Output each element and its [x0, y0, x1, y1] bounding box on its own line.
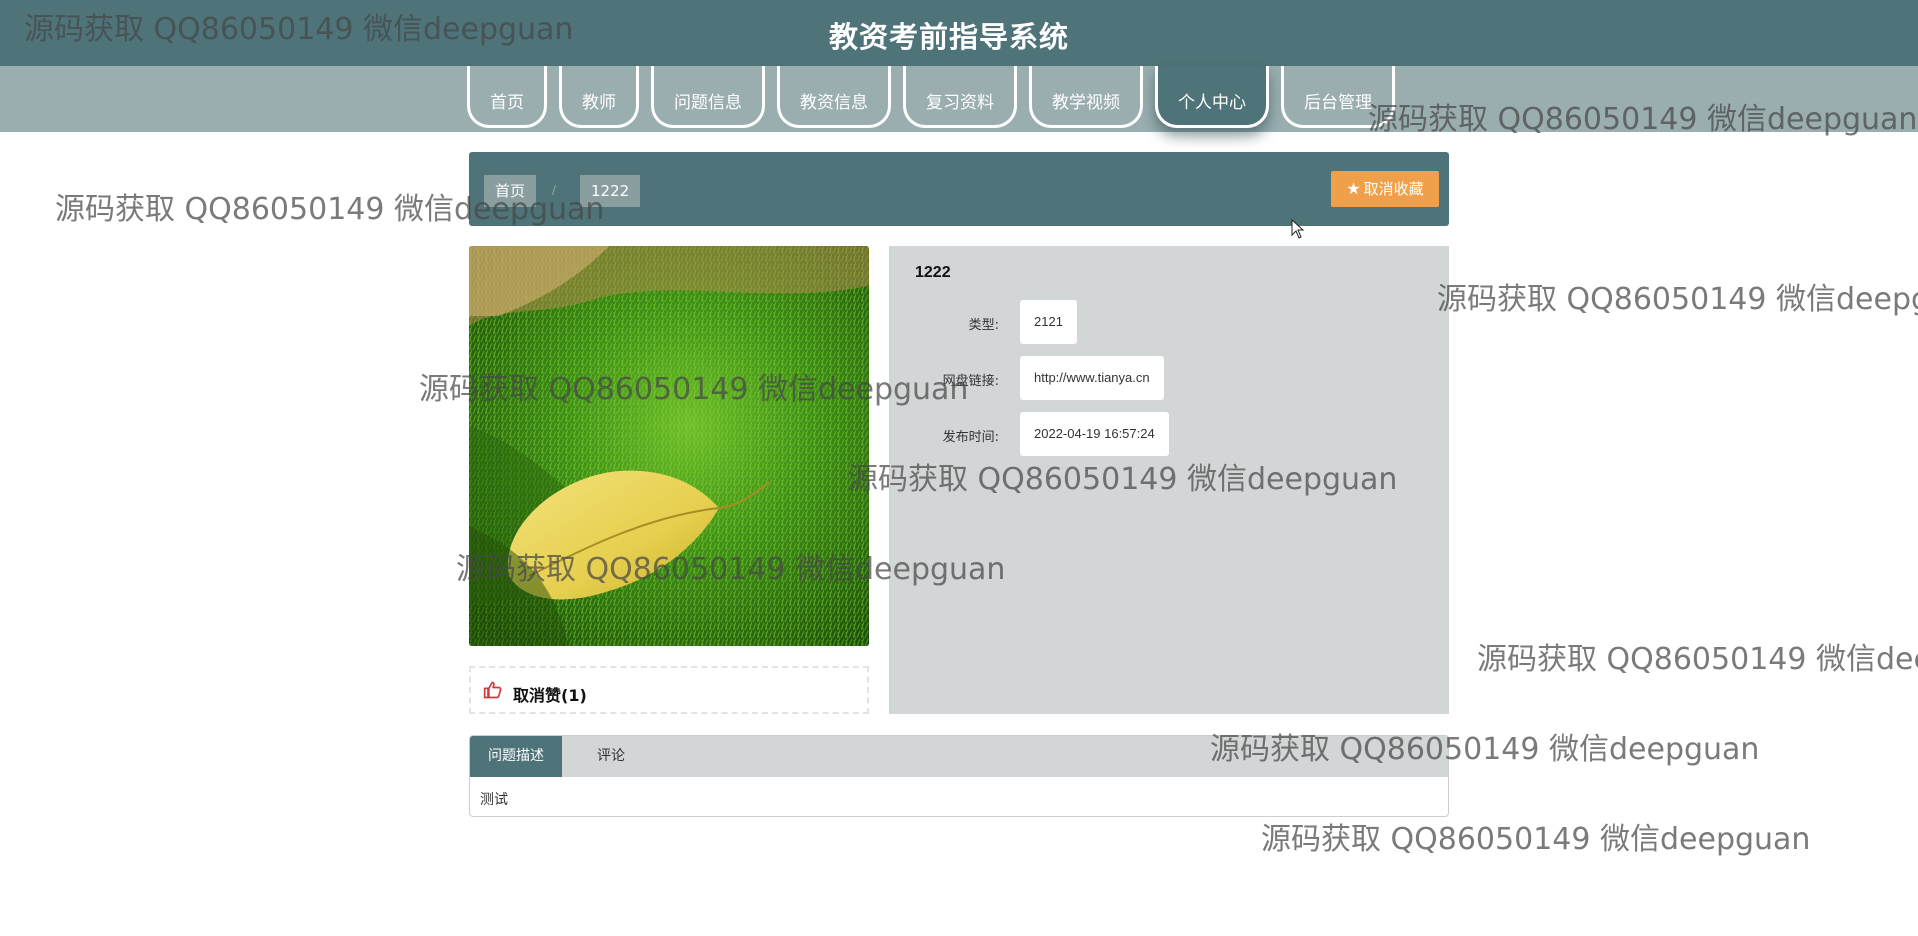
nav-item-home[interactable]: 首页	[467, 66, 547, 128]
unfavorite-button[interactable]: ★ 取消收藏	[1331, 171, 1439, 207]
netdisk-link-label: 网盘链接:	[942, 374, 999, 389]
tab-comments[interactable]: 评论	[579, 736, 643, 777]
mouse-cursor-icon	[1291, 218, 1305, 244]
publish-time-value: 2022-04-19 16:57:24	[1020, 412, 1169, 456]
nav-item-teaching-video[interactable]: 教学视频	[1029, 66, 1143, 128]
nav-list: 首页 教师 问题信息 教资信息 复习资料 教学视频 个人中心 后台管理	[467, 66, 1407, 128]
type-label: 类型:	[968, 318, 999, 333]
detail-title: 1222	[915, 264, 951, 281]
main-navbar: 首页 教师 问题信息 教资信息 复习资料 教学视频 个人中心 后台管理	[0, 66, 1918, 132]
item-image	[469, 246, 869, 646]
like-box: 取消赞(1)	[469, 666, 869, 714]
watermark: 源码获取 QQ86050149 微信deepguan	[1437, 282, 1918, 317]
nav-item-review-material[interactable]: 复习资料	[903, 66, 1017, 128]
tab-description[interactable]: 问题描述	[470, 736, 562, 777]
nav-item-personal-center[interactable]: 个人中心	[1155, 66, 1269, 128]
detail-tabs: 问题描述 评论 测试	[469, 735, 1449, 817]
breadcrumb-separator: /	[552, 182, 556, 198]
moss-leaf-picture	[469, 246, 869, 646]
tab-header: 问题描述 评论	[470, 736, 1448, 777]
unfavorite-label: 取消收藏	[1363, 180, 1424, 198]
star-icon: ★	[1346, 179, 1361, 198]
nav-item-admin[interactable]: 后台管理	[1281, 66, 1395, 128]
breadcrumb: 首页 / 1222 ★ 取消收藏	[469, 152, 1449, 226]
watermark: 源码获取 QQ86050149 微信deepguan	[1261, 822, 1811, 857]
publish-time-label: 发布时间:	[942, 430, 999, 445]
unlike-button[interactable]: 取消赞(1)	[513, 682, 587, 706]
detail-panel: 1222 类型: 2121 网盘链接: http://www.tianya.cn…	[889, 246, 1449, 714]
top-header: 教资考前指导系统	[0, 0, 1918, 66]
type-value: 2121	[1020, 300, 1077, 344]
watermark: 源码获取 QQ86050149 微信deepguan	[1477, 642, 1918, 677]
thumbs-up-icon[interactable]	[483, 680, 503, 705]
breadcrumb-current: 1222	[580, 175, 641, 207]
tab-content: 测试	[480, 792, 508, 808]
nav-item-questions[interactable]: 问题信息	[651, 66, 765, 128]
nav-item-exam-info[interactable]: 教资信息	[777, 66, 891, 128]
netdisk-link-value[interactable]: http://www.tianya.cn	[1020, 356, 1164, 400]
nav-item-teacher[interactable]: 教师	[559, 66, 639, 128]
breadcrumb-home[interactable]: 首页	[484, 175, 537, 207]
site-title: 教资考前指导系统	[828, 20, 1069, 54]
